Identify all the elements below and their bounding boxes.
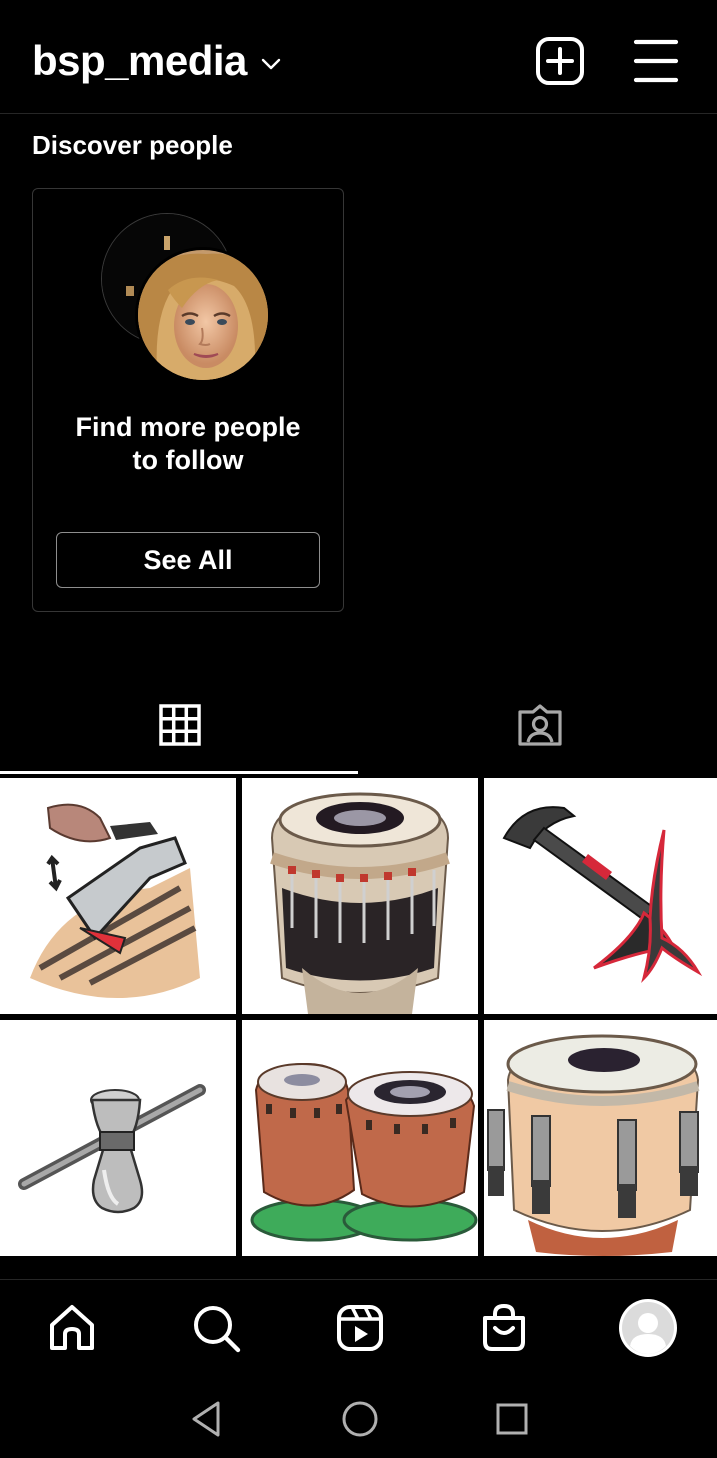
username: bsp_media	[32, 37, 247, 84]
post-thumbnail-6[interactable]	[484, 1020, 717, 1256]
suggested-avatar-front	[135, 247, 271, 383]
nav-reels-button[interactable]	[330, 1298, 390, 1358]
bottom-navigation	[0, 1279, 717, 1377]
recents-square-icon	[496, 1403, 528, 1435]
see-all-button[interactable]: See All	[56, 532, 320, 588]
home-circle-icon	[342, 1401, 378, 1437]
chevron-down-icon	[261, 58, 281, 70]
find-people-text-line2: to follow	[132, 445, 244, 475]
post-thumbnail-3[interactable]	[484, 778, 717, 1014]
tagged-person-icon	[518, 704, 562, 746]
system-back-button[interactable]	[186, 1399, 226, 1439]
nav-shop-button[interactable]	[474, 1298, 534, 1358]
grid-icon	[159, 704, 201, 746]
nav-search-button[interactable]	[186, 1298, 246, 1358]
find-people-text-line1: Find more people	[75, 412, 301, 442]
tab-posts-grid[interactable]	[0, 690, 358, 774]
home-icon	[50, 1305, 94, 1350]
back-triangle-icon	[192, 1401, 220, 1437]
find-people-text: Find more people to follow	[33, 411, 343, 477]
post-thumbnail-5[interactable]	[242, 1020, 478, 1256]
nav-profile-button[interactable]	[618, 1298, 678, 1358]
suggested-avatars	[101, 213, 271, 383]
shopping-bag-icon	[483, 1303, 525, 1351]
discover-people-title: Discover people	[32, 130, 233, 160]
account-switcher[interactable]: bsp_media	[32, 38, 283, 84]
system-navigation-bar	[0, 1377, 717, 1458]
avatar-icon	[619, 1299, 677, 1357]
hamburger-menu-icon	[633, 39, 679, 83]
plus-square-icon	[536, 37, 584, 85]
reels-icon	[337, 1305, 383, 1351]
tab-tagged[interactable]	[359, 690, 717, 774]
nav-home-button[interactable]	[42, 1298, 102, 1358]
profile-header: bsp_media	[0, 0, 717, 114]
search-icon	[194, 1306, 241, 1353]
post-thumbnail-2[interactable]	[242, 778, 478, 1014]
discover-people-card: Find more people to follow See All	[32, 188, 344, 612]
post-thumbnail-4[interactable]	[0, 1020, 236, 1256]
new-post-button[interactable]	[533, 34, 587, 88]
post-thumbnail-1[interactable]	[0, 778, 236, 1014]
system-home-button[interactable]	[340, 1399, 380, 1439]
system-recents-button[interactable]	[492, 1399, 532, 1439]
posts-grid	[0, 778, 717, 1256]
menu-button[interactable]	[629, 34, 683, 88]
